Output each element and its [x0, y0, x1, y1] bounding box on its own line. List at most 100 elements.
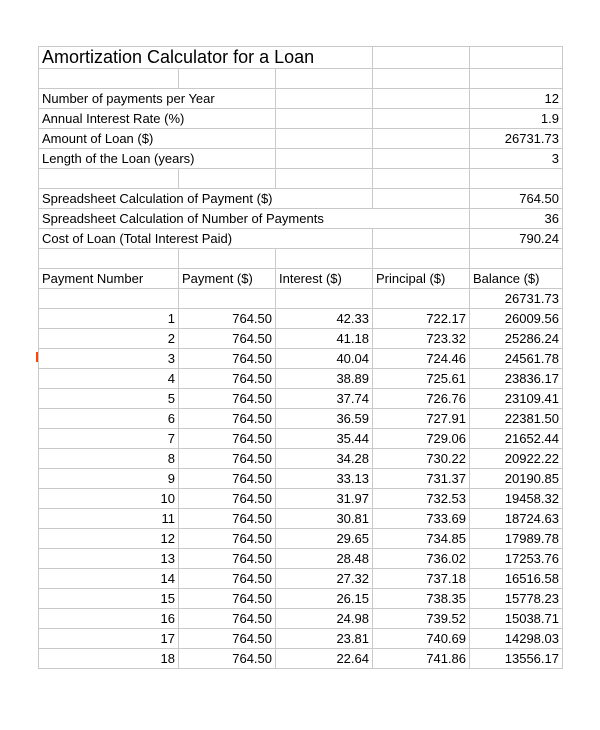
table-cell-number: 11 [39, 509, 179, 529]
table-cell-payment: 764.50 [179, 309, 276, 329]
table-cell-balance: 13556.17 [470, 649, 563, 669]
table-cell-principal: 739.52 [373, 609, 470, 629]
label-annual-rate: Annual Interest Rate (%) [39, 109, 276, 129]
table-cell-balance: 15038.71 [470, 609, 563, 629]
table-cell-number: 2 [39, 329, 179, 349]
label-calc-cost: Cost of Loan (Total Interest Paid) [39, 229, 373, 249]
label-length: Length of the Loan (years) [39, 149, 276, 169]
table-cell-number: 13 [39, 549, 179, 569]
cell [373, 47, 470, 69]
table-cell-principal: 725.61 [373, 369, 470, 389]
table-cell-interest: 41.18 [276, 329, 373, 349]
table-cell-interest: 30.81 [276, 509, 373, 529]
value-start-balance: 26731.73 [470, 289, 563, 309]
table-cell-principal: 741.86 [373, 649, 470, 669]
table-cell-interest: 23.81 [276, 629, 373, 649]
table-cell-payment: 764.50 [179, 549, 276, 569]
table-cell-balance: 20190.85 [470, 469, 563, 489]
table-cell-number: 14 [39, 569, 179, 589]
table-cell-balance: 21652.44 [470, 429, 563, 449]
table-cell-payment: 764.50 [179, 649, 276, 669]
table-cell-balance: 23836.17 [470, 369, 563, 389]
table-cell-interest: 33.13 [276, 469, 373, 489]
cell [470, 47, 563, 69]
value-payments-per-year: 12 [470, 89, 563, 109]
label-calc-num-payments: Spreadsheet Calculation of Number of Pay… [39, 209, 470, 229]
label-calc-payment: Spreadsheet Calculation of Payment ($) [39, 189, 373, 209]
value-calc-cost: 790.24 [470, 229, 563, 249]
table-cell-balance: 20922.22 [470, 449, 563, 469]
table-cell-interest: 26.15 [276, 589, 373, 609]
table-cell-payment: 764.50 [179, 609, 276, 629]
table-cell-balance: 16516.58 [470, 569, 563, 589]
col-header-balance: Balance ($) [470, 269, 563, 289]
table-cell-interest: 28.48 [276, 549, 373, 569]
table-cell-number: 9 [39, 469, 179, 489]
table-cell-number: 1 [39, 309, 179, 329]
table-cell-interest: 27.32 [276, 569, 373, 589]
table-cell-payment: 764.50 [179, 509, 276, 529]
row-marker [36, 352, 38, 362]
table-cell-payment: 764.50 [179, 409, 276, 429]
table-cell-principal: 738.35 [373, 589, 470, 609]
table-cell-number: 7 [39, 429, 179, 449]
table-cell-number: 18 [39, 649, 179, 669]
table-cell-balance: 14298.03 [470, 629, 563, 649]
table-cell-principal: 723.32 [373, 329, 470, 349]
value-calc-num-payments: 36 [470, 209, 563, 229]
table-cell-interest: 34.28 [276, 449, 373, 469]
table-cell-payment: 764.50 [179, 369, 276, 389]
table-cell-principal: 736.02 [373, 549, 470, 569]
table-cell-payment: 764.50 [179, 569, 276, 589]
table-cell-payment: 764.50 [179, 349, 276, 369]
label-payments-per-year: Number of payments per Year [39, 89, 276, 109]
table-cell-number: 15 [39, 589, 179, 609]
table-cell-principal: 727.91 [373, 409, 470, 429]
table-cell-number: 10 [39, 489, 179, 509]
table-cell-balance: 22381.50 [470, 409, 563, 429]
value-annual-rate: 1.9 [470, 109, 563, 129]
amortization-table: Amortization Calculator for a Loan Number… [38, 46, 563, 669]
col-header-principal: Principal ($) [373, 269, 470, 289]
table-cell-balance: 19458.32 [470, 489, 563, 509]
table-cell-principal: 733.69 [373, 509, 470, 529]
table-cell-balance: 18724.63 [470, 509, 563, 529]
value-calc-payment: 764.50 [470, 189, 563, 209]
table-cell-number: 5 [39, 389, 179, 409]
value-length: 3 [470, 149, 563, 169]
table-cell-balance: 23109.41 [470, 389, 563, 409]
col-header-interest: Interest ($) [276, 269, 373, 289]
table-cell-principal: 726.76 [373, 389, 470, 409]
table-cell-balance: 26009.56 [470, 309, 563, 329]
table-cell-interest: 29.65 [276, 529, 373, 549]
value-amount: 26731.73 [470, 129, 563, 149]
table-cell-interest: 35.44 [276, 429, 373, 449]
table-cell-principal: 731.37 [373, 469, 470, 489]
table-cell-payment: 764.50 [179, 429, 276, 449]
table-cell-interest: 42.33 [276, 309, 373, 329]
table-cell-principal: 730.22 [373, 449, 470, 469]
table-cell-payment: 764.50 [179, 489, 276, 509]
table-cell-number: 6 [39, 409, 179, 429]
table-cell-payment: 764.50 [179, 469, 276, 489]
table-cell-balance: 17253.76 [470, 549, 563, 569]
col-header-payment: Payment ($) [179, 269, 276, 289]
table-cell-principal: 722.17 [373, 309, 470, 329]
table-cell-balance: 24561.78 [470, 349, 563, 369]
table-cell-number: 3 [39, 349, 179, 369]
table-cell-number: 16 [39, 609, 179, 629]
table-cell-number: 4 [39, 369, 179, 389]
table-cell-number: 17 [39, 629, 179, 649]
table-cell-payment: 764.50 [179, 629, 276, 649]
table-cell-balance: 15778.23 [470, 589, 563, 609]
document-title: Amortization Calculator for a Loan [39, 47, 373, 69]
table-cell-principal: 737.18 [373, 569, 470, 589]
table-cell-interest: 37.74 [276, 389, 373, 409]
table-cell-principal: 729.06 [373, 429, 470, 449]
col-header-payment-number: Payment Number [39, 269, 179, 289]
table-cell-principal: 724.46 [373, 349, 470, 369]
table-cell-payment: 764.50 [179, 329, 276, 349]
table-cell-interest: 36.59 [276, 409, 373, 429]
table-cell-interest: 31.97 [276, 489, 373, 509]
table-cell-balance: 17989.78 [470, 529, 563, 549]
